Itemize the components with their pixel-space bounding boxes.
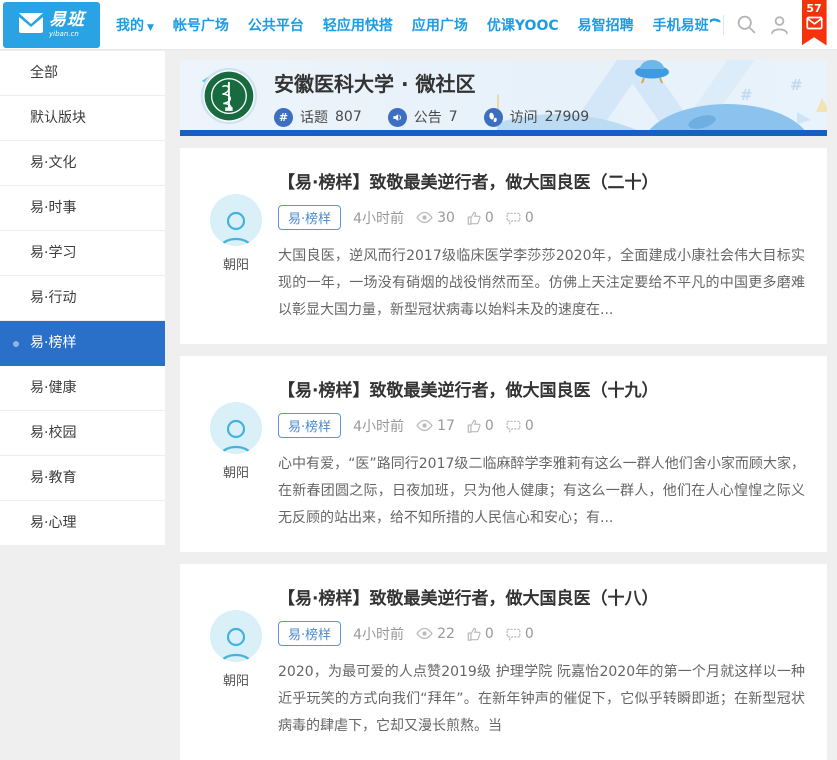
yiban-logo[interactable]: 易班 yiban.cn (3, 2, 100, 48)
nav-my[interactable]: 我的▼ (116, 15, 154, 35)
thumbs-up-icon (467, 419, 481, 433)
topbar-actions: 57 发布 (723, 4, 837, 46)
sidebar-item-psychology[interactable]: 易·心理 (0, 501, 165, 546)
sidebar-item-all[interactable]: 全部 (0, 51, 165, 96)
post-body: 【易·榜样】致敬最美逆行者，做大国良医（二十） 易·榜样 4小时前 30 0 0… (278, 162, 805, 324)
message-count-badge: 57 (802, 0, 827, 15)
view-count: 22 (416, 626, 455, 642)
signal-icon (710, 15, 723, 27)
nav-mobile-yiban[interactable]: 手机易班 (653, 15, 723, 35)
avatar[interactable] (210, 402, 262, 454)
view-count: 17 (416, 418, 455, 434)
post-meta: 易·榜样 4小时前 30 0 0 (278, 205, 805, 230)
post-excerpt: 大国良医，逆风而行2017级临床医学李莎莎2020年，全面建成小康社会伟大目标实… (278, 243, 805, 324)
avatar[interactable] (210, 610, 262, 662)
nav-public-platform[interactable]: 公共平台 (248, 15, 304, 35)
nav-account-square[interactable]: 帐号广场 (173, 15, 229, 35)
post-author-column: 朝阳 (194, 370, 278, 532)
post-meta: 易·榜样 4小时前 22 0 0 (278, 621, 805, 646)
post-author-column: 朝阳 (194, 578, 278, 740)
stat-visits: 访问27909 (484, 107, 590, 127)
community-banner: # # 安徽医科大学 · 微社区 # 话题807 (180, 60, 827, 136)
thumbs-up-icon (467, 627, 481, 641)
post-excerpt: 心中有爱，“医”路同行2017级二临麻醉学李雅莉有这么一群人他们舍小家而顾大家，… (278, 451, 805, 532)
view-count: 30 (416, 210, 455, 226)
sidebar-item-education[interactable]: 易·教育 (0, 456, 165, 501)
category-badge[interactable]: 易·榜样 (278, 621, 341, 646)
search-icon[interactable] (736, 14, 757, 36)
top-bar: 易班 yiban.cn 我的▼ 帐号广场 公共平台 轻应用快搭 应用广场 优课Y… (0, 0, 837, 50)
sidebar-item-campus[interactable]: 易·校园 (0, 411, 165, 456)
community-title: 安徽医科大学 · 微社区 (274, 68, 589, 97)
post-title[interactable]: 【易·榜样】致敬最美逆行者，做大国良医（十九） (278, 370, 805, 413)
thumbs-up-icon (467, 211, 481, 225)
stat-topics: # 话题807 (274, 107, 362, 127)
main-content: # # 安徽医科大学 · 微社区 # 话题807 (180, 60, 827, 760)
post-time: 4小时前 (353, 208, 404, 228)
post-card: 朝阳 【易·榜样】致敬最美逆行者，做大国良医（十八） 易·榜样 4小时前 22 … (180, 564, 827, 760)
comment-count[interactable]: 0 (506, 210, 534, 226)
post-body: 【易·榜样】致敬最美逆行者，做大国良医（十八） 易·榜样 4小时前 22 0 0… (278, 578, 805, 740)
banner-info: 安徽医科大学 · 微社区 # 话题807 公告7 访问27909 (274, 68, 589, 127)
stat-announcements: 公告7 (388, 107, 458, 127)
nav-yizhi-jobs[interactable]: 易智招聘 (578, 15, 634, 35)
post-author-column: 朝阳 (194, 162, 278, 324)
comment-count[interactable]: 0 (506, 418, 534, 434)
hash-icon: # (274, 108, 293, 127)
post-card: 朝阳 【易·榜样】致敬最美逆行者，做大国良医（二十） 易·榜样 4小时前 30 … (180, 148, 827, 344)
like-count[interactable]: 0 (467, 418, 494, 434)
logo-name: 易班 (49, 10, 85, 30)
nav-youke-yooc[interactable]: 优课YOOC (487, 15, 559, 35)
avatar[interactable] (210, 194, 262, 246)
sidebar-item-rolemodel[interactable]: 易·榜样 (0, 321, 165, 366)
sidebar-item-culture[interactable]: 易·文化 (0, 141, 165, 186)
envelope-icon (806, 16, 823, 30)
footprint-icon (484, 108, 503, 127)
logo-domain: yiban.cn (49, 31, 85, 38)
post-time: 4小时前 (353, 624, 404, 644)
comment-bubble-icon (506, 627, 521, 641)
community-stats: # 话题807 公告7 访问27909 (274, 107, 589, 127)
svg-text:#: # (740, 86, 753, 104)
divider (723, 15, 724, 35)
sidebar-item-currentaffairs[interactable]: 易·时事 (0, 186, 165, 231)
user-icon[interactable] (769, 14, 790, 36)
comment-count[interactable]: 0 (506, 626, 534, 642)
banner-bottom-strip (180, 130, 827, 136)
comment-bubble-icon (506, 419, 521, 433)
author-name[interactable]: 朝阳 (194, 254, 278, 273)
post-title[interactable]: 【易·榜样】致敬最美逆行者，做大国良医（十八） (278, 578, 805, 621)
post-body: 【易·榜样】致敬最美逆行者，做大国良医（十九） 易·榜样 4小时前 17 0 0… (278, 370, 805, 532)
eye-icon (416, 211, 433, 224)
sidebar-item-action[interactable]: 易·行动 (0, 276, 165, 321)
post-excerpt: 2020，为最可爱的人点赞2019级 护理学院 阮嘉怡2020年的第一个月就这样… (278, 659, 805, 740)
like-count[interactable]: 0 (467, 626, 494, 642)
messages-ribbon-icon[interactable]: 57 (802, 0, 827, 46)
eye-icon (416, 419, 433, 432)
yiban-envelope-icon (18, 11, 44, 39)
category-badge[interactable]: 易·榜样 (278, 205, 341, 230)
chevron-down-icon: ▼ (147, 23, 154, 33)
eye-icon (416, 627, 433, 640)
sidebar-item-study[interactable]: 易·学习 (0, 231, 165, 276)
comment-bubble-icon (506, 211, 521, 225)
nav-light-app[interactable]: 轻应用快搭 (323, 15, 393, 35)
post-meta: 易·榜样 4小时前 17 0 0 (278, 413, 805, 438)
sidebar-item-health[interactable]: 易·健康 (0, 366, 165, 411)
post-title[interactable]: 【易·榜样】致敬最美逆行者，做大国良医（二十） (278, 162, 805, 205)
post-card: 朝阳 【易·榜样】致敬最美逆行者，做大国良医（十九） 易·榜样 4小时前 17 … (180, 356, 827, 552)
post-time: 4小时前 (353, 416, 404, 436)
like-count[interactable]: 0 (467, 210, 494, 226)
author-name[interactable]: 朝阳 (194, 670, 278, 689)
author-name[interactable]: 朝阳 (194, 462, 278, 481)
university-seal (198, 66, 258, 130)
category-badge[interactable]: 易·榜样 (278, 413, 341, 438)
category-sidebar: 全部 默认版块 易·文化 易·时事 易·学习 易·行动 易·榜样 易·健康 易·… (0, 51, 165, 546)
speaker-icon (388, 108, 407, 127)
svg-text:#: # (790, 76, 803, 94)
primary-nav: 我的▼ 帐号广场 公共平台 轻应用快搭 应用广场 优课YOOC 易智招聘 手机易… (116, 15, 723, 35)
nav-app-square[interactable]: 应用广场 (412, 15, 468, 35)
sidebar-item-default[interactable]: 默认版块 (0, 96, 165, 141)
